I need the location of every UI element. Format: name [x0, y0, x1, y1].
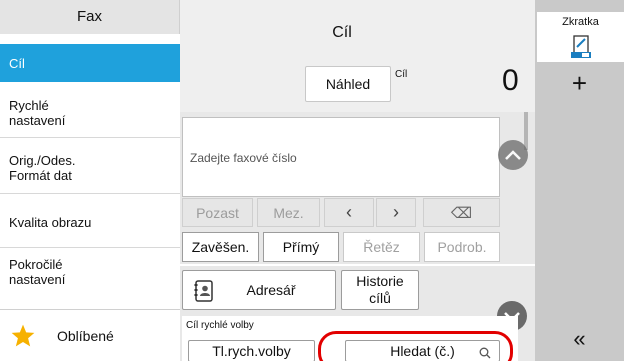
fax-number-input[interactable]: Zadejte faxové číslo: [182, 117, 500, 197]
shortcut-item[interactable]: [537, 32, 624, 62]
collapse-panel-button[interactable]: «: [535, 326, 624, 352]
chain-button[interactable]: Řetěz: [343, 232, 420, 262]
detail-button[interactable]: Podrob.: [424, 232, 500, 262]
sidebar-item-label: Rychlé nastavení: [9, 97, 66, 128]
speed-dial-number-label: Tl.rych.volby: [212, 343, 291, 359]
preview-label: Náhled: [325, 76, 371, 92]
address-book-icon: [194, 280, 213, 302]
chain-label: Řetěz: [363, 239, 400, 255]
highlight-ring: [318, 331, 513, 361]
sidebar-item-original-format[interactable]: Orig./Odes. Formát dat: [0, 142, 180, 194]
divider: [180, 264, 535, 266]
cursor-right-button[interactable]: ›: [376, 198, 416, 227]
address-book-label: Adresář: [246, 282, 296, 298]
sidebar-item-label: Cíl: [9, 55, 25, 71]
sidebar-item-label: Orig./Odes. Formát dat: [9, 152, 76, 183]
sidebar-item-advanced[interactable]: Pokročilé nastavení: [0, 248, 180, 296]
backspace-button[interactable]: ⌫: [423, 198, 500, 227]
space-button[interactable]: Mez.: [257, 198, 320, 227]
cursor-left-button[interactable]: ‹: [324, 198, 374, 227]
chevron-up-icon: [505, 150, 521, 160]
star-icon: [11, 324, 35, 346]
pause-button[interactable]: Pozast: [182, 198, 253, 227]
scrollbar[interactable]: [524, 112, 528, 150]
backspace-icon: ⌫: [450, 204, 473, 222]
main-panel: Cíl Náhled Cíl 0 Zadejte faxové číslo Po…: [180, 0, 535, 361]
shortcut-document-icon: [570, 35, 591, 58]
shortcut-panel: Zkratka + «: [535, 0, 624, 361]
destination-count: 0: [502, 64, 519, 97]
favorites-label: Oblíbené: [57, 327, 114, 344]
sidebar-item-destination[interactable]: Cíl: [0, 44, 180, 82]
sidebar-header: Fax: [0, 0, 180, 34]
speed-dial-number-button[interactable]: Tl.rych.volby: [188, 340, 315, 361]
space-label: Mez.: [273, 204, 304, 221]
history-label: Historie cílů: [356, 273, 404, 306]
favorites-button[interactable]: Oblíbené: [0, 309, 180, 361]
onhook-button[interactable]: Zavěšen.: [182, 232, 259, 262]
preview-button[interactable]: Náhled: [305, 66, 391, 102]
address-book-button[interactable]: Adresář: [182, 270, 336, 310]
scroll-up-button[interactable]: [498, 140, 528, 170]
sidebar-item-image-quality[interactable]: Kvalita obrazu: [0, 198, 180, 248]
page-title: Cíl: [332, 24, 352, 41]
destination-count-label: Cíl: [395, 69, 408, 80]
left-sidebar: Fax Cíl Rychlé nastavení Orig./Odes. For…: [0, 0, 180, 361]
direct-button[interactable]: Přímý: [263, 232, 339, 262]
direct-label: Přímý: [282, 239, 320, 255]
onhook-label: Zavěšen.: [191, 239, 250, 255]
history-button[interactable]: Historie cílů: [341, 270, 419, 310]
speed-dial-label: Cíl rychlé volby: [186, 320, 254, 331]
pause-label: Pozast: [196, 204, 239, 221]
chevron-left-icon: ‹: [346, 202, 352, 222]
sidebar-item-quick-setup[interactable]: Rychlé nastavení: [0, 88, 180, 138]
chevron-right-icon: ›: [393, 202, 399, 222]
speed-dial-panel: Cíl rychlé volby Tl.rych.volby Hledat (č…: [182, 316, 518, 361]
sidebar-item-label: Pokročilé nastavení: [9, 257, 66, 287]
shortcut-title: Zkratka: [537, 12, 624, 32]
add-shortcut-button[interactable]: +: [535, 68, 624, 99]
sidebar-item-label: Kvalita obrazu: [9, 215, 92, 230]
fax-number-placeholder: Zadejte faxové číslo: [190, 151, 297, 165]
detail-label: Podrob.: [437, 239, 487, 255]
